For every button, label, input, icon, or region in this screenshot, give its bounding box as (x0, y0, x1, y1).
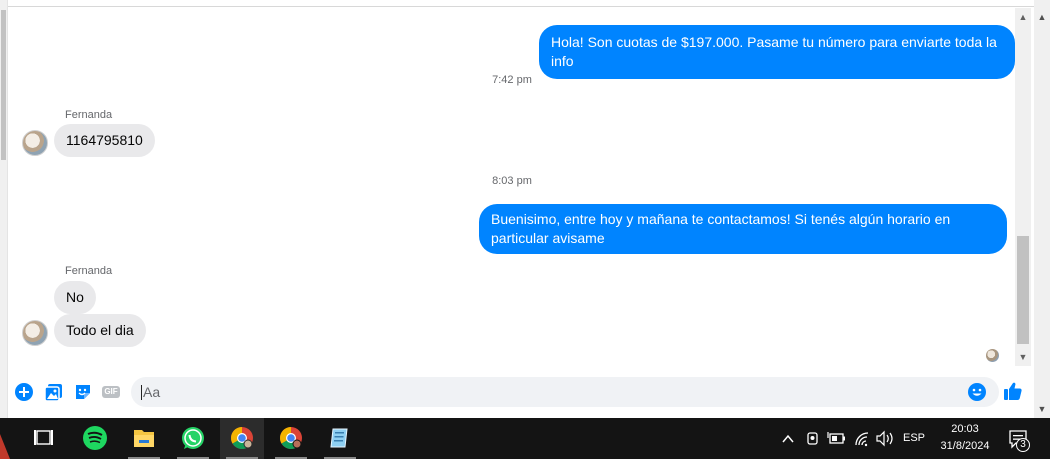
volume-icon[interactable] (874, 418, 896, 459)
message-input[interactable] (143, 382, 963, 402)
message-timestamp: 7:42 pm (492, 74, 532, 86)
notification-count-badge: 3 (1020, 439, 1026, 450)
add-icon[interactable] (14, 382, 34, 402)
windows-taskbar: ESP 20:03 31/8/2024 3 (0, 418, 1050, 459)
language-indicator[interactable]: ESP (898, 432, 930, 445)
wifi-icon[interactable] (852, 418, 872, 459)
notepad-icon[interactable] (318, 418, 362, 459)
file-explorer-icon[interactable] (122, 418, 166, 459)
clock-date[interactable]: 31/8/2024 (930, 440, 1000, 453)
avatar[interactable] (22, 320, 48, 346)
messenger-window: ▲ ▼ Hola! Son cuotas de $197.000. Pasame… (0, 0, 1050, 459)
notification-center-icon[interactable]: 3 (1004, 418, 1038, 459)
message-text: 1164795810 (66, 132, 143, 148)
chat-scroll-down-icon[interactable]: ▼ (1018, 352, 1028, 362)
page-scroll-down-icon[interactable]: ▼ (1037, 404, 1047, 414)
incoming-message[interactable]: 1164795810 (54, 124, 155, 157)
left-scrollbar-thumb[interactable] (1, 10, 6, 160)
composer: GIF (9, 372, 1031, 412)
message-text: No (66, 289, 84, 305)
message-text: Buenisimo, entre hoy y mañana te contact… (491, 211, 951, 246)
message-text: Todo el dia (66, 322, 134, 338)
outgoing-message[interactable]: Hola! Son cuotas de $197.000. Pasame tu … (539, 25, 1015, 79)
like-icon[interactable] (1003, 381, 1023, 401)
page-scrollbar[interactable]: ▲ ▼ (1034, 0, 1050, 418)
text-caret (141, 385, 142, 400)
sender-name: Fernanda (65, 265, 113, 277)
emoji-icon[interactable] (967, 382, 987, 402)
message-timestamp: 8:03 pm (492, 175, 532, 187)
chat-scroll-up-icon[interactable]: ▲ (1018, 12, 1028, 22)
seen-avatar (986, 349, 999, 362)
incoming-message[interactable]: No (54, 281, 96, 314)
browser-corner-icon (0, 430, 14, 459)
gif-icon[interactable]: GIF (101, 382, 121, 402)
window-top-border (8, 0, 1034, 7)
gif-label: GIF (104, 387, 118, 396)
message-text: Hola! Son cuotas de $197.000. Pasame tu … (551, 34, 997, 69)
chrome-icon[interactable] (220, 418, 264, 459)
chrome-profile-icon[interactable] (269, 418, 313, 459)
meet-now-icon[interactable] (803, 418, 823, 459)
spotify-icon[interactable] (73, 418, 117, 459)
chat-scrollbar[interactable]: ▲ ▼ (1015, 8, 1031, 366)
whatsapp-icon[interactable] (171, 418, 215, 459)
message-input-box[interactable] (131, 377, 999, 407)
sender-name: Fernanda (65, 109, 113, 121)
photo-icon[interactable] (44, 382, 64, 402)
chat-scrollbar-thumb[interactable] (1017, 236, 1029, 344)
message-list: Hola! Son cuotas de $197.000. Pasame tu … (9, 8, 1015, 366)
avatar[interactable] (22, 130, 48, 156)
outgoing-message[interactable]: Buenisimo, entre hoy y mañana te contact… (479, 204, 1007, 254)
page-scroll-up-icon[interactable]: ▲ (1037, 12, 1047, 22)
incoming-message[interactable]: Todo el dia (54, 314, 146, 347)
clock-time[interactable]: 20:03 (930, 423, 1000, 436)
left-scrollbar[interactable] (0, 0, 8, 418)
sticker-icon[interactable] (73, 382, 93, 402)
task-view-icon[interactable] (22, 418, 66, 459)
battery-icon[interactable] (826, 418, 848, 459)
tray-overflow-icon[interactable] (779, 418, 797, 459)
